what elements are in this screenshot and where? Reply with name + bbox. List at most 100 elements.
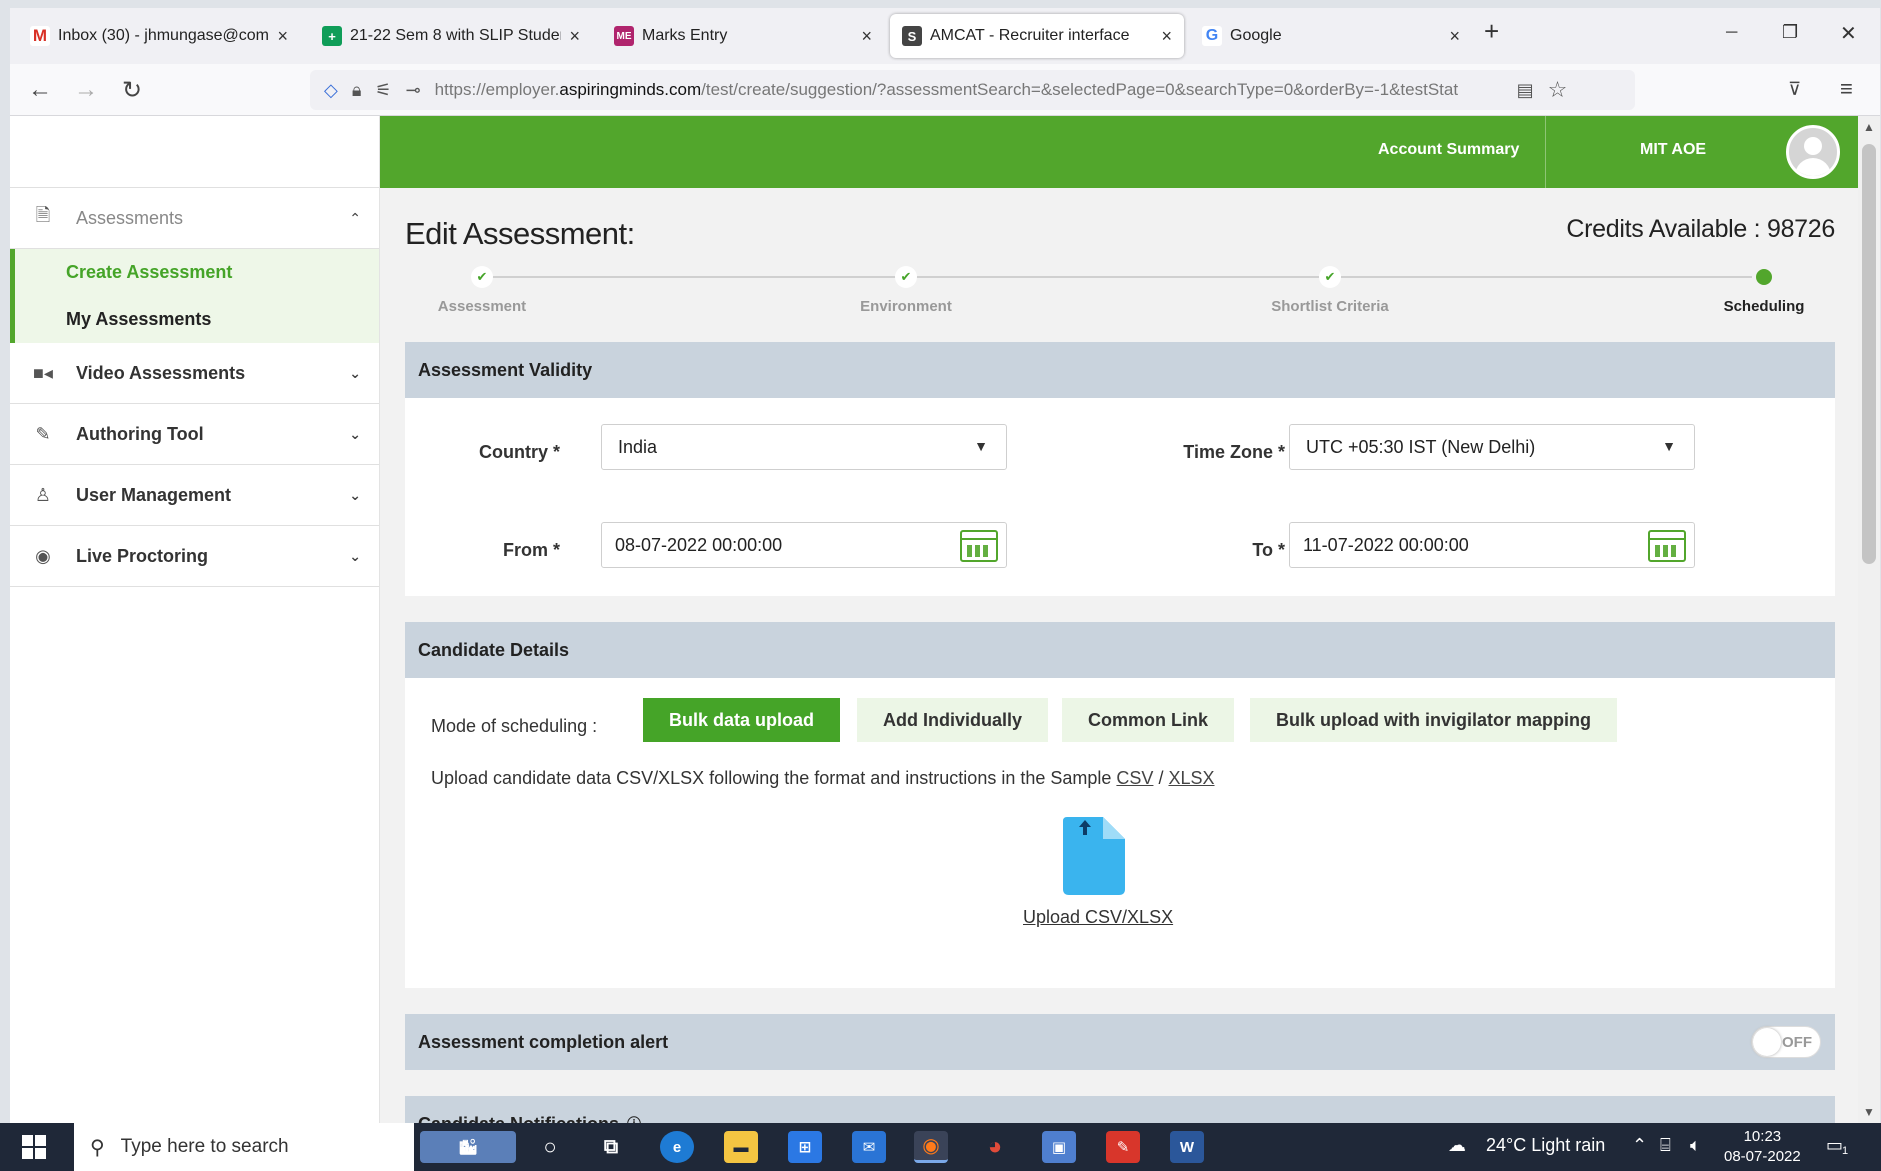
paint-app-icon[interactable]: ✎ xyxy=(1106,1131,1140,1163)
step-environment[interactable]: ✔ Environment xyxy=(806,266,1006,315)
avatar[interactable] xyxy=(1786,125,1840,179)
reload-icon[interactable]: ↻ xyxy=(122,76,142,105)
from-datetime-input[interactable]: 08-07-2022 00:00:00 xyxy=(601,522,1007,568)
url-text[interactable]: https://employer.aspiringminds.com/test/… xyxy=(435,80,1505,100)
cortana-icon[interactable]: ○ xyxy=(533,1131,567,1163)
menu-icon[interactable]: ≡ xyxy=(1840,76,1853,102)
page-scrollbar[interactable]: ▲ ▼ xyxy=(1858,116,1880,1123)
sample-xlsx-link[interactable]: XLSX xyxy=(1168,768,1214,788)
calendar-icon[interactable] xyxy=(960,530,998,562)
permissions-icon[interactable]: ⚟ xyxy=(375,80,391,101)
address-bar[interactable]: ◇ 🔒︎ ⚟ ⊸ https://employer.aspiringminds.… xyxy=(310,70,1635,110)
restore-button[interactable]: ❐ xyxy=(1782,22,1798,43)
caret-down-icon: ▼ xyxy=(1662,438,1676,454)
new-tab-button[interactable]: + xyxy=(1484,16,1499,47)
weather-icon[interactable]: ☁ xyxy=(1448,1135,1466,1156)
step-shortlist-criteria[interactable]: ✔ Shortlist Criteria xyxy=(1230,266,1430,315)
sidebar-item-live-proctoring[interactable]: ◉ Live Proctoring ⌄ xyxy=(10,526,379,587)
user-icon: ♙ xyxy=(34,484,52,505)
common-link-button[interactable]: Common Link xyxy=(1062,698,1234,742)
volume-icon[interactable]: 🔈︎ xyxy=(1690,1135,1701,1156)
sidebar-item-label: User Management xyxy=(76,484,232,505)
calendar-icon[interactable] xyxy=(1648,530,1686,562)
sidebar-item-assessments[interactable]: 🗎︎ Assessments ⌃ xyxy=(10,188,379,249)
account-summary-link[interactable]: Account Summary xyxy=(1378,141,1519,159)
from-value: 08-07-2022 00:00:00 xyxy=(615,534,783,555)
minimize-button[interactable]: ─ xyxy=(1726,24,1737,42)
step-label: Scheduling xyxy=(1723,298,1805,315)
windows-start-icon[interactable] xyxy=(22,1135,46,1159)
bookmark-star-icon[interactable]: ☆ xyxy=(1548,77,1568,103)
network-app-icon[interactable]: ▣ xyxy=(1042,1131,1076,1163)
back-icon[interactable]: ← xyxy=(28,76,52,104)
clock[interactable]: 10:23 08-07-2022 xyxy=(1724,1127,1801,1167)
step-label: Shortlist Criteria xyxy=(1271,298,1389,315)
shield-icon[interactable]: ◇ xyxy=(324,80,338,101)
file-upload-icon[interactable] xyxy=(1063,817,1125,895)
marks-icon: ME xyxy=(614,26,634,46)
reader-view-icon[interactable]: ▤ xyxy=(1517,80,1534,101)
tab-inbox[interactable]: M Inbox (30) - jhmungase@comp × xyxy=(18,14,300,58)
step-assessment[interactable]: ✔ Assessment xyxy=(382,266,582,315)
step-scheduling[interactable]: Scheduling xyxy=(1664,266,1858,315)
tab-sheet[interactable]: + 21-22 Sem 8 with SLIP Student C × xyxy=(310,14,592,58)
scroll-down-icon[interactable]: ▼ xyxy=(1863,1105,1875,1119)
forward-icon[interactable]: → xyxy=(74,76,98,104)
tab-title: Inbox (30) - jhmungase@comp xyxy=(58,27,270,44)
info-icon[interactable]: ⓘ xyxy=(627,1114,641,1123)
task-view-icon[interactable]: ⧉ xyxy=(594,1131,628,1163)
chrome-icon[interactable]: ◕ xyxy=(978,1131,1012,1163)
bulk-upload-invigilator-button[interactable]: Bulk upload with invigilator mapping xyxy=(1250,698,1617,742)
close-icon[interactable]: × xyxy=(569,26,580,47)
sample-csv-link[interactable]: CSV xyxy=(1116,768,1153,788)
notification-icon[interactable]: ▭ xyxy=(1826,1135,1843,1156)
sidebar-item-authoring-tool[interactable]: ✎ Authoring Tool ⌄ xyxy=(10,404,379,465)
caret-down-icon: ▼ xyxy=(974,438,988,454)
edge-icon[interactable]: e xyxy=(660,1131,694,1163)
store-icon[interactable]: ⊞ xyxy=(788,1131,822,1163)
news-widget-icon[interactable]: 🏙︎ xyxy=(420,1131,516,1163)
pocket-icon[interactable]: ⊽ xyxy=(1788,79,1801,100)
submenu-my-assessments[interactable]: My Assessments xyxy=(15,296,379,343)
assessment-validity-panel: Assessment Validity Country * India ▼ Ti… xyxy=(405,342,1835,596)
close-icon[interactable]: × xyxy=(861,26,872,47)
network-icon[interactable]: ⌸ xyxy=(1660,1135,1671,1156)
notification-count: 1 xyxy=(1842,1145,1849,1157)
tab-google[interactable]: G Google × xyxy=(1190,14,1472,58)
to-datetime-input[interactable]: 11-07-2022 00:00:00 xyxy=(1289,522,1695,568)
candidate-details-panel: Candidate Details Mode of scheduling : B… xyxy=(405,622,1835,988)
firefox-icon[interactable]: ◉ xyxy=(914,1131,948,1163)
close-icon[interactable]: × xyxy=(1449,26,1460,47)
os-taskbar: ⚲ Type here to search 🏙︎ ○ ⧉ e ▬ ⊞ ✉ ◉ ◕… xyxy=(0,1123,1881,1171)
weather-text[interactable]: 24°C Light rain xyxy=(1486,1135,1605,1156)
completion-alert-toggle[interactable]: OFF xyxy=(1751,1026,1821,1058)
tab-bar: M Inbox (30) - jhmungase@comp × + 21-22 … xyxy=(10,8,1880,64)
panel-heading: Candidate Notifications xyxy=(418,1114,619,1123)
current-step-dot xyxy=(1756,269,1772,285)
chevron-up-icon[interactable]: ⌃ xyxy=(1632,1135,1647,1156)
word-icon[interactable]: W xyxy=(1170,1131,1204,1163)
country-select[interactable]: India ▼ xyxy=(601,424,1007,470)
sidebar-item-user-management[interactable]: ♙ User Management ⌄ xyxy=(10,465,379,526)
sidebar-item-video-assessments[interactable]: ■◂ Video Assessments ⌄ xyxy=(10,343,379,404)
bulk-data-upload-button[interactable]: Bulk data upload xyxy=(643,698,841,742)
file-explorer-icon[interactable]: ▬ xyxy=(724,1131,758,1163)
key-icon[interactable]: ⊸ xyxy=(406,80,421,101)
panel-heading: Candidate Details xyxy=(405,622,1835,678)
submenu-create-assessment[interactable]: Create Assessment xyxy=(15,249,379,296)
tab-marks-entry[interactable]: ME Marks Entry × xyxy=(602,14,884,58)
close-icon[interactable]: × xyxy=(277,26,288,47)
mail-icon[interactable]: ✉ xyxy=(852,1131,886,1163)
tab-amcat[interactable]: S AMCAT - Recruiter interface × xyxy=(890,14,1184,58)
close-window-button[interactable]: ✕ xyxy=(1840,21,1857,46)
scroll-up-icon[interactable]: ▲ xyxy=(1863,120,1875,134)
upload-csv-xlsx-link[interactable]: Upload CSV/XLSX xyxy=(1023,907,1173,928)
lock-icon[interactable]: 🔒︎ xyxy=(352,80,362,101)
timezone-select[interactable]: UTC +05:30 IST (New Delhi) ▼ xyxy=(1289,424,1695,470)
scrollbar-thumb[interactable] xyxy=(1862,144,1876,564)
close-icon[interactable]: × xyxy=(1161,26,1172,47)
add-individually-button[interactable]: Add Individually xyxy=(857,698,1049,742)
taskbar-search-box[interactable]: ⚲ Type here to search xyxy=(74,1123,414,1171)
user-name-link[interactable]: MIT AOE xyxy=(1640,141,1706,159)
chevron-down-icon: ⌄ xyxy=(349,486,361,503)
